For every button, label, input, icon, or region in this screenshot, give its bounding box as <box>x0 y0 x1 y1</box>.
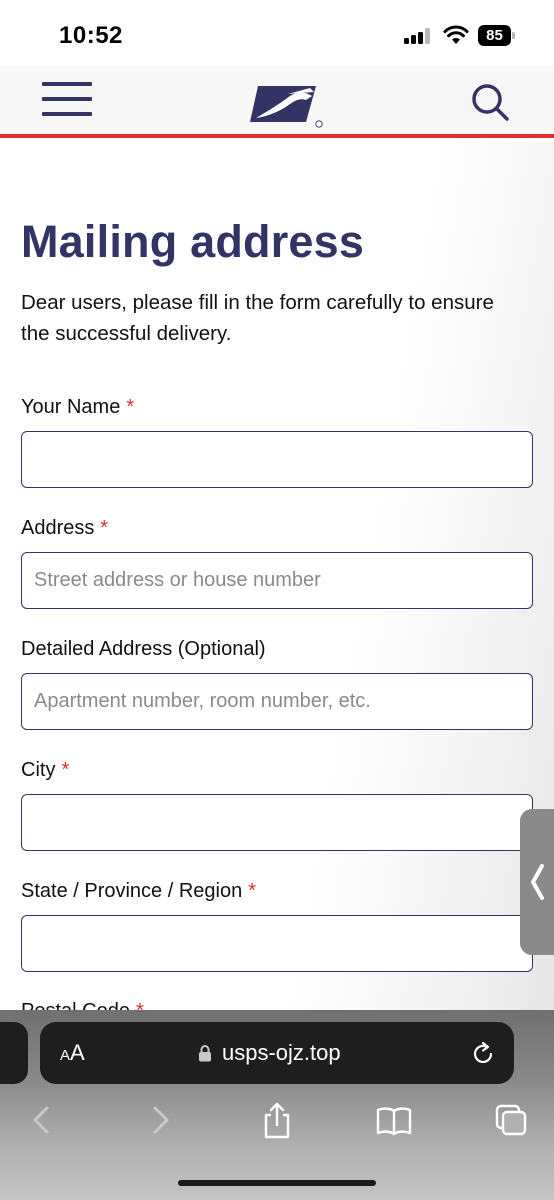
address-label: Address * <box>21 517 109 539</box>
previous-tab-pill[interactable] <box>0 1022 28 1084</box>
address-input[interactable] <box>21 552 533 609</box>
intro-text: Dear users, please fill in the form care… <box>21 291 494 345</box>
wifi-icon <box>443 25 469 44</box>
chevron-left-icon <box>531 864 544 900</box>
usps-eagle-logo[interactable] <box>248 80 326 128</box>
tabs-icon[interactable] <box>491 1100 531 1140</box>
side-drawer-tab[interactable] <box>520 809 554 955</box>
state-label: State / Province / Region * <box>21 880 257 902</box>
share-icon[interactable] <box>257 1100 297 1140</box>
bookmarks-icon[interactable] <box>374 1100 414 1140</box>
cellular-signal-icon <box>404 28 430 44</box>
home-indicator <box>178 1180 376 1186</box>
status-time: 10:52 <box>59 22 123 49</box>
browser-toolbar: AA usps-ojz.top <box>0 1010 554 1200</box>
name-label: Your Name * <box>21 396 135 418</box>
city-label: City * <box>21 759 70 781</box>
city-input[interactable] <box>21 794 533 851</box>
battery-level: 85 <box>478 25 511 46</box>
page-title: Mailing address <box>21 216 365 267</box>
site-header <box>0 66 554 138</box>
name-input[interactable] <box>21 431 533 488</box>
back-icon[interactable] <box>22 1100 62 1140</box>
address-bar[interactable]: AA usps-ojz.top <box>40 1022 514 1084</box>
main-content: Mailing address Dear users, please fill … <box>0 142 554 1022</box>
reload-icon[interactable] <box>470 1041 496 1067</box>
lock-icon <box>199 1045 211 1062</box>
battery-icon: 85 <box>478 25 516 46</box>
detailed-address-label: Detailed Address (Optional) <box>21 638 266 660</box>
reader-aa-button[interactable]: AA <box>60 1040 85 1066</box>
hamburger-menu-icon[interactable] <box>42 80 94 120</box>
search-icon[interactable] <box>468 80 512 124</box>
status-bar: 10:52 85 <box>0 0 554 66</box>
forward-icon[interactable] <box>140 1100 180 1140</box>
url-text[interactable]: usps-ojz.top <box>222 1040 341 1066</box>
state-input[interactable] <box>21 915 533 972</box>
detailed-address-input[interactable] <box>21 673 533 730</box>
